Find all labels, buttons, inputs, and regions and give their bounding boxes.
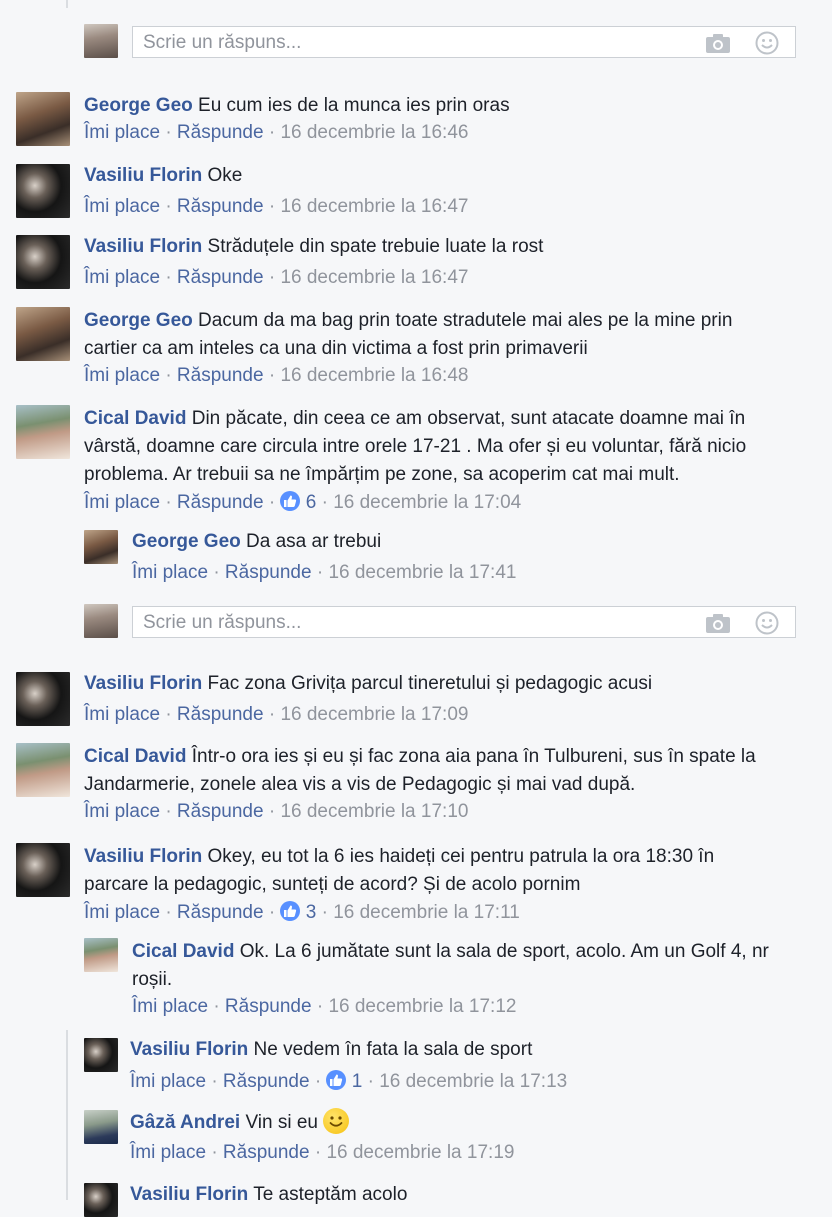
comment-author[interactable]: George Geo xyxy=(84,310,193,331)
reply-placeholder: Scrie un răspuns... xyxy=(143,32,302,53)
comment-author[interactable]: Vasiliu Florin xyxy=(130,1184,248,1205)
like-link[interactable]: Îmi place xyxy=(84,196,160,217)
avatar[interactable] xyxy=(84,1038,118,1072)
thread-line xyxy=(66,0,68,8)
comment-timestamp[interactable]: 16 decembrie la 16:46 xyxy=(280,122,468,143)
comment-text: Eu cum ies de la munca ies prin oras xyxy=(198,95,510,116)
comment-author[interactable]: Vasiliu Florin xyxy=(84,236,202,257)
reply-link[interactable]: Răspunde xyxy=(177,196,264,217)
comment-author[interactable]: Cical David xyxy=(84,408,186,429)
emoji-icon[interactable] xyxy=(755,611,779,641)
like-link[interactable]: Îmi place xyxy=(132,996,208,1017)
reply-input[interactable]: Scrie un răspuns... xyxy=(132,26,796,58)
avatar[interactable] xyxy=(84,1110,118,1144)
comment-text: Vin si eu xyxy=(245,1112,318,1133)
current-user-avatar xyxy=(84,24,118,58)
avatar[interactable] xyxy=(16,92,70,146)
avatar[interactable] xyxy=(16,235,70,289)
reply-link[interactable]: Răspunde xyxy=(177,902,264,923)
comment-author[interactable]: Cical David xyxy=(84,746,186,767)
camera-icon[interactable] xyxy=(705,31,731,61)
camera-icon[interactable] xyxy=(705,611,731,641)
comment-timestamp[interactable]: 16 decembrie la 16:48 xyxy=(280,365,468,386)
thread-line xyxy=(66,1030,68,1200)
like-link[interactable]: Îmi place xyxy=(130,1071,206,1092)
avatar[interactable] xyxy=(16,405,70,459)
comment-timestamp[interactable]: 16 decembrie la 17:09 xyxy=(280,704,468,725)
like-link[interactable]: Îmi place xyxy=(84,365,160,386)
comment-author[interactable]: Gâză Andrei xyxy=(130,1112,240,1133)
comment-timestamp[interactable]: 16 decembrie la 17:04 xyxy=(333,492,521,513)
comment-text: Ne vedem în fata la sala de sport xyxy=(253,1039,533,1060)
reply-link[interactable]: Răspunde xyxy=(225,562,312,583)
avatar[interactable] xyxy=(16,307,70,361)
like-count[interactable]: 6 xyxy=(306,492,317,513)
like-link[interactable]: Îmi place xyxy=(84,122,160,143)
avatar[interactable] xyxy=(84,530,118,564)
comment-text: Fac zona Grivița parcul tineretului și p… xyxy=(207,673,653,694)
comment-text: Oke xyxy=(207,165,243,186)
comment-author[interactable]: George Geo xyxy=(132,531,241,552)
comment-timestamp[interactable]: 16 decembrie la 17:10 xyxy=(280,801,468,822)
reply-placeholder: Scrie un răspuns... xyxy=(143,612,302,633)
comment-author[interactable]: Vasiliu Florin xyxy=(84,846,202,867)
comment-timestamp[interactable]: 16 decembrie la 17:41 xyxy=(328,562,516,583)
reply-link[interactable]: Răspunde xyxy=(177,267,264,288)
reply-link[interactable]: Răspunde xyxy=(223,1071,310,1092)
like-link[interactable]: Îmi place xyxy=(84,267,160,288)
reply-link[interactable]: Răspunde xyxy=(177,704,264,725)
like-link[interactable]: Îmi place xyxy=(84,801,160,822)
comment-timestamp[interactable]: 16 decembrie la 17:19 xyxy=(326,1142,514,1163)
reply-link[interactable]: Răspunde xyxy=(223,1142,310,1163)
emoji-icon[interactable] xyxy=(755,31,779,61)
smiley-emoji-icon xyxy=(323,1108,350,1134)
like-badge-icon[interactable] xyxy=(280,901,301,921)
comment-timestamp[interactable]: 16 decembrie la 16:47 xyxy=(280,196,468,217)
like-link[interactable]: Îmi place xyxy=(130,1142,206,1163)
like-link[interactable]: Îmi place xyxy=(132,562,208,583)
comment-author[interactable]: George Geo xyxy=(84,95,193,116)
like-count[interactable]: 1 xyxy=(352,1071,363,1092)
avatar[interactable] xyxy=(84,1183,118,1217)
comment-text: Străduțele din spate trebuie luate la ro… xyxy=(207,236,544,257)
like-count[interactable]: 3 xyxy=(306,902,317,923)
comment-text: Te asteptăm acolo xyxy=(253,1184,408,1205)
like-link[interactable]: Îmi place xyxy=(84,492,160,513)
comment-author[interactable]: Vasiliu Florin xyxy=(130,1039,248,1060)
reply-link[interactable]: Răspunde xyxy=(177,801,264,822)
comment-author[interactable]: Vasiliu Florin xyxy=(84,673,202,694)
comment-author[interactable]: Vasiliu Florin xyxy=(84,165,202,186)
comment-timestamp[interactable]: 16 decembrie la 16:47 xyxy=(280,267,468,288)
like-link[interactable]: Îmi place xyxy=(84,902,160,923)
reply-link[interactable]: Răspunde xyxy=(177,365,264,386)
avatar[interactable] xyxy=(16,164,70,218)
like-badge-icon[interactable] xyxy=(326,1070,347,1090)
avatar[interactable] xyxy=(16,672,70,726)
avatar[interactable] xyxy=(16,743,70,797)
reply-input[interactable]: Scrie un răspuns... xyxy=(132,606,796,638)
comment-author[interactable]: Cical David xyxy=(132,941,234,962)
reply-link[interactable]: Răspunde xyxy=(225,996,312,1017)
comment-timestamp[interactable]: 16 decembrie la 17:11 xyxy=(333,902,520,923)
reply-link[interactable]: Răspunde xyxy=(177,492,264,513)
avatar[interactable] xyxy=(16,843,70,897)
avatar[interactable] xyxy=(84,938,118,972)
current-user-avatar xyxy=(84,604,118,638)
comment-timestamp[interactable]: 16 decembrie la 17:12 xyxy=(328,996,516,1017)
like-badge-icon[interactable] xyxy=(280,491,301,511)
like-link[interactable]: Îmi place xyxy=(84,704,160,725)
comment-text: Da asa ar trebui xyxy=(246,531,382,552)
reply-link[interactable]: Răspunde xyxy=(177,122,264,143)
comment-timestamp[interactable]: 16 decembrie la 17:13 xyxy=(379,1071,567,1092)
